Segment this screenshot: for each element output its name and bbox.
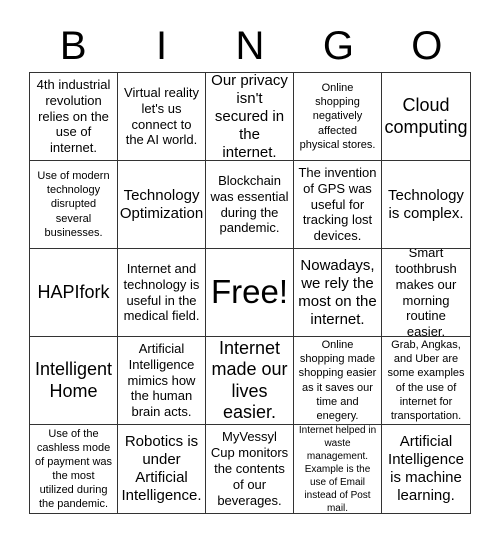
bingo-cell-text: Smart toothbrush makes our morning routi… bbox=[395, 249, 457, 337]
bingo-cell-text: Robotics is under Artificial Intelligenc… bbox=[121, 433, 202, 504]
bingo-cell-text: The invention of GPS was useful for trac… bbox=[298, 164, 377, 244]
bingo-cell-n2[interactable]: Blockchain was essential during the pand… bbox=[206, 161, 294, 249]
bingo-cell-o4[interactable]: Grab, Angkas, and Uber are some examples… bbox=[382, 337, 470, 425]
bingo-cell-text: Internet made our lives easier. bbox=[211, 338, 288, 422]
bingo-cell-i4[interactable]: Artificial Intelligence mimics how the h… bbox=[118, 337, 206, 425]
bingo-cell-o3[interactable]: Smart toothbrush makes our morning routi… bbox=[382, 249, 470, 337]
bingo-header: B I N G O bbox=[29, 20, 471, 72]
bingo-cell-b1[interactable]: 4th industrial revolution relies on the … bbox=[30, 73, 118, 161]
bingo-cell-o5[interactable]: Artificial Intelligence is machine learn… bbox=[382, 425, 470, 513]
bingo-cell-text: Our privacy isn't secured in the interne… bbox=[211, 73, 288, 161]
bingo-cell-g5[interactable]: Internet helped in waste management. Exa… bbox=[294, 425, 382, 513]
bingo-cell-text: Intelligent Home bbox=[34, 359, 113, 401]
bingo-cell-text: Blockchain was essential during the pand… bbox=[210, 172, 289, 236]
header-letter-b: B bbox=[59, 24, 87, 68]
bingo-cell-g1[interactable]: Online shopping negatively affected phys… bbox=[294, 73, 382, 161]
bingo-cell-text: Grab, Angkas, and Uber are some examples… bbox=[387, 339, 465, 422]
bingo-cell-text: Nowadays, we rely the most on the intern… bbox=[298, 256, 377, 328]
bingo-cell-text: Technology Optimization bbox=[119, 186, 204, 222]
bingo-cell-text: Artificial Intelligence is machine learn… bbox=[388, 433, 464, 504]
bingo-cell-n1[interactable]: Our privacy isn't secured in the interne… bbox=[206, 73, 294, 161]
bingo-cell-text: Virtual reality let's us connect to the … bbox=[124, 84, 199, 148]
bingo-cell-text: MyVessyl Cup monitors the contents of ou… bbox=[210, 429, 289, 508]
bingo-cell-text: HAPIfork bbox=[37, 281, 110, 302]
header-letter-o: O bbox=[411, 24, 443, 68]
bingo-cell-text: Cloud computing bbox=[384, 95, 468, 137]
bingo-cell-text: Use of modern technology disrupted sever… bbox=[37, 170, 110, 239]
header-letter-i: I bbox=[156, 24, 168, 68]
bingo-cell-g3[interactable]: Nowadays, we rely the most on the intern… bbox=[294, 249, 382, 337]
bingo-cell-b5[interactable]: Use of the cashless mode of payment was … bbox=[30, 425, 118, 513]
bingo-cell-o1[interactable]: Cloud computing bbox=[382, 73, 470, 161]
bingo-cell-text: 4th industrial revolution relies on the … bbox=[36, 76, 111, 156]
bingo-cell-i5[interactable]: Robotics is under Artificial Intelligenc… bbox=[118, 425, 206, 513]
free-space-cell[interactable]: Free! bbox=[206, 249, 294, 337]
bingo-cell-b4[interactable]: Intelligent Home bbox=[30, 337, 118, 425]
bingo-cell-text: Artificial Intelligence mimics how the h… bbox=[127, 340, 196, 420]
bingo-cell-text: Online shopping negatively affected phys… bbox=[299, 82, 376, 151]
bingo-card-grid: 4th industrial revolution relies on the … bbox=[29, 72, 471, 514]
bingo-cell-text: Use of the cashless mode of payment was … bbox=[34, 427, 113, 511]
bingo-cell-g4[interactable]: Online shopping made shopping easier as … bbox=[294, 337, 382, 425]
bingo-cell-g2[interactable]: The invention of GPS was useful for trac… bbox=[294, 161, 382, 249]
header-letter-n: N bbox=[235, 24, 265, 68]
header-letter-g: G bbox=[322, 24, 354, 68]
bingo-cell-b2[interactable]: Use of modern technology disrupted sever… bbox=[30, 161, 118, 249]
bingo-cell-text: Technology is complex. bbox=[388, 186, 464, 222]
bingo-cell-i1[interactable]: Virtual reality let's us connect to the … bbox=[118, 73, 206, 161]
bingo-cell-text: Free! bbox=[210, 273, 289, 311]
bingo-cell-n5[interactable]: MyVessyl Cup monitors the contents of ou… bbox=[206, 425, 294, 513]
bingo-cell-i2[interactable]: Technology Optimization bbox=[118, 161, 206, 249]
bingo-cell-i3[interactable]: Internet and technology is useful in the… bbox=[118, 249, 206, 337]
bingo-cell-n4[interactable]: Internet made our lives easier. bbox=[206, 337, 294, 425]
bingo-cell-text: Online shopping made shopping easier as … bbox=[298, 339, 377, 422]
bingo-cell-o2[interactable]: Technology is complex. bbox=[382, 161, 470, 249]
bingo-cell-text: Internet and technology is useful in the… bbox=[123, 260, 200, 324]
bingo-cell-b3[interactable]: HAPIfork bbox=[30, 249, 118, 337]
bingo-cell-text: Internet helped in waste management. Exa… bbox=[298, 425, 377, 513]
